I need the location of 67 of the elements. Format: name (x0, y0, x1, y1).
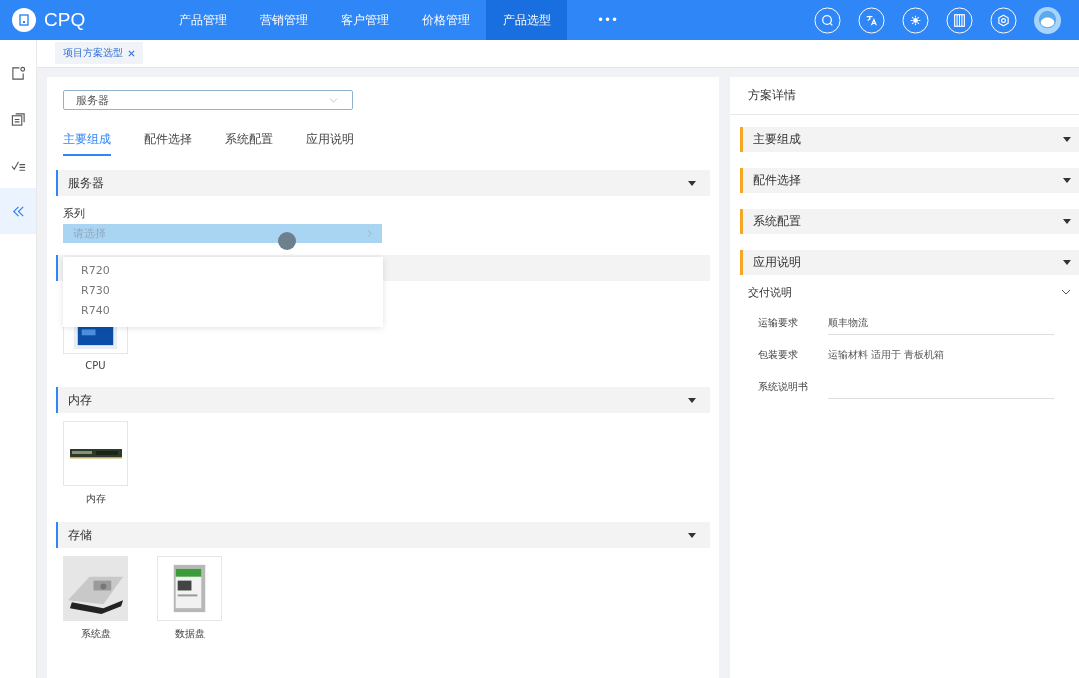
nav-tab[interactable]: ••• (567, 0, 648, 40)
input-field[interactable]: 顺丰物流 (828, 311, 1054, 335)
chevron-down-icon (329, 97, 338, 103)
logo-text: CPQ (44, 9, 86, 31)
section-tab[interactable]: 系统配置 (225, 131, 273, 156)
card-label: 系统盘 (80, 627, 111, 641)
section-title: 服务器 (68, 174, 104, 192)
field-label: 运输要求 (758, 316, 799, 330)
cursor-dot (278, 232, 296, 250)
nav-tab[interactable]: 价格管理 (405, 0, 486, 40)
caret-icon (1063, 219, 1071, 224)
group-title: 应用说明 (753, 254, 801, 271)
delivery-title: 交付说明 (748, 284, 792, 300)
nav-tab[interactable]: 产品选型 (486, 0, 567, 40)
sun-icon[interactable] (902, 6, 929, 34)
group-header[interactable]: 配件选择 (740, 168, 1079, 193)
card-label: 内存 (85, 492, 106, 506)
section-tab[interactable]: 应用说明 (306, 131, 354, 156)
delivery-header[interactable]: 交付说明 (748, 281, 1071, 303)
group-title: 系统配置 (753, 213, 801, 230)
nav-tab[interactable]: 营销管理 (243, 0, 324, 40)
panel-title: 方案详情 (730, 77, 1079, 115)
group-title: 主要组成 (753, 131, 801, 148)
avatar-icon[interactable] (1034, 6, 1061, 34)
edit-icon (10, 65, 26, 81)
settings-icon[interactable] (990, 6, 1017, 34)
columns-icon[interactable] (946, 6, 973, 34)
caret-icon (688, 397, 696, 403)
section-header[interactable]: 服务器 (56, 170, 710, 196)
caret-icon (1063, 137, 1071, 142)
section-tab[interactable]: 配件选择 (144, 131, 192, 156)
dropdown-option[interactable]: R740 (63, 301, 383, 321)
close-icon[interactable] (128, 49, 135, 57)
dropdown-option[interactable]: R730 (63, 281, 383, 301)
caret-icon (1063, 260, 1071, 265)
section-header[interactable]: 存储 (56, 522, 710, 548)
page-tab[interactable]: 项目方案选型 (55, 42, 143, 64)
card-label: 数据盘 (174, 627, 205, 641)
dropdown-option[interactable]: R720 (63, 261, 383, 281)
section-title: 存储 (68, 526, 92, 544)
card-label: CPU (85, 360, 106, 371)
field-label: 系统说明书 (758, 380, 809, 394)
chevron-right-icon (367, 229, 372, 238)
logo-icon (12, 8, 36, 32)
document-icon (10, 111, 26, 127)
field-label: 包装要求 (758, 348, 799, 362)
nav-tab[interactable]: 产品管理 (162, 0, 243, 40)
group-header[interactable]: 主要组成 (740, 127, 1079, 152)
search-icon[interactable] (814, 6, 841, 34)
product-card[interactable] (63, 421, 128, 486)
nav-tab[interactable]: 客户管理 (324, 0, 405, 40)
group-header[interactable]: 应用说明 (740, 250, 1079, 275)
group-title: 配件选择 (753, 172, 801, 189)
field-label: 系列 (63, 206, 86, 221)
product-card[interactable] (63, 556, 128, 621)
caret-icon (688, 532, 696, 538)
section-header[interactable]: 内存 (56, 387, 710, 413)
translate-icon[interactable] (858, 6, 885, 34)
product-select[interactable]: 服务器 (63, 90, 353, 110)
page-tab-label: 项目方案选型 (63, 46, 123, 60)
caret-icon (688, 180, 696, 186)
section-title: 内存 (68, 391, 92, 409)
input-field[interactable]: 运输材料 适用于 青板机箱 (828, 343, 1054, 367)
section-tab[interactable]: 主要组成 (63, 131, 111, 156)
caret-icon (1063, 178, 1071, 183)
group-header[interactable]: 系统配置 (740, 209, 1079, 234)
product-card[interactable] (157, 556, 222, 621)
